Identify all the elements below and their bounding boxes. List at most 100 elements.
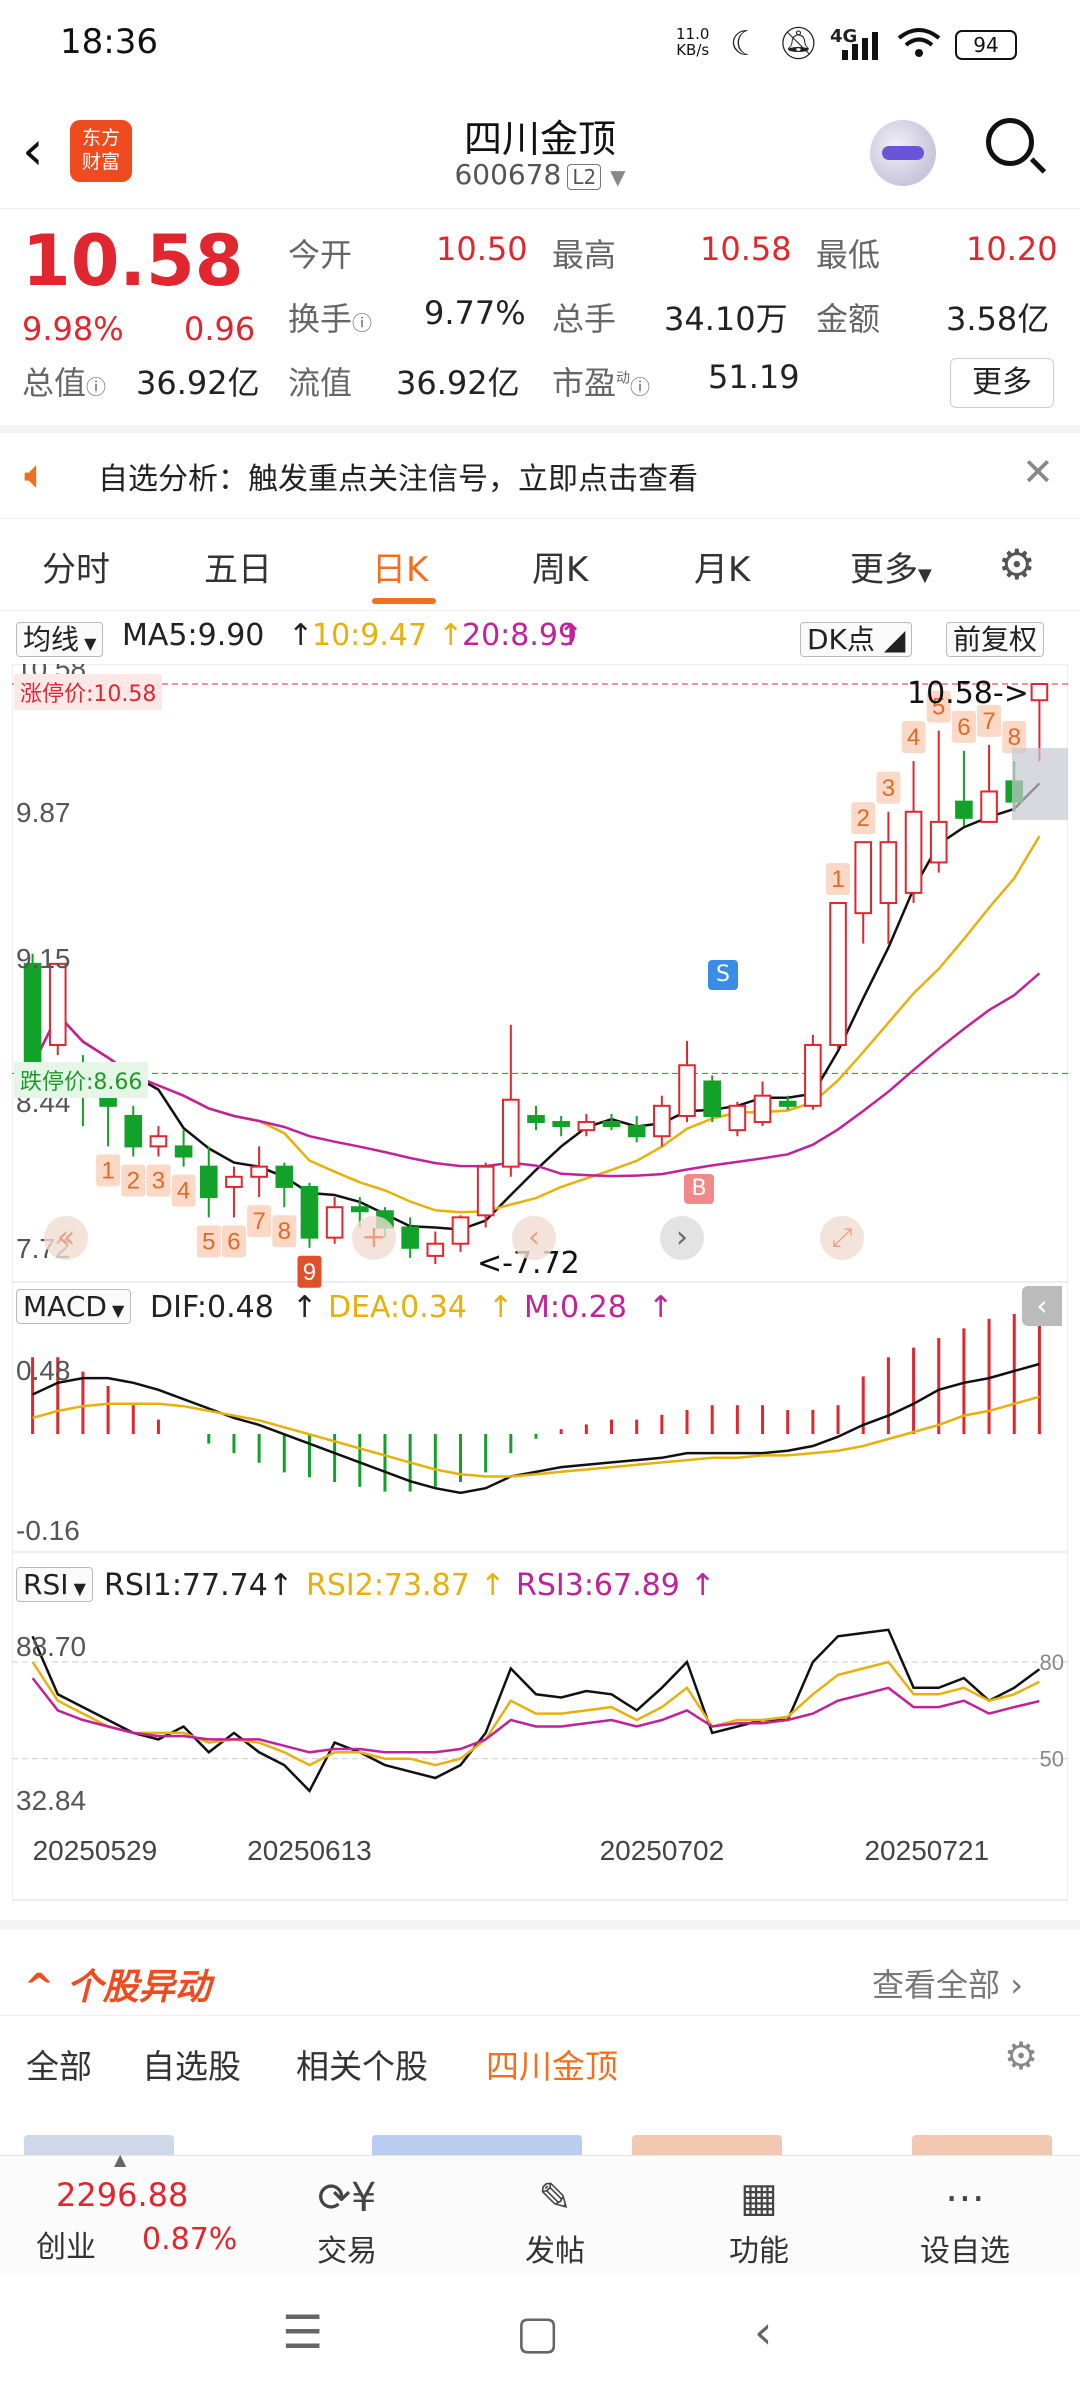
menu-icon[interactable]: ☰ <box>282 2305 323 2359</box>
active-tab-underline <box>372 598 436 604</box>
change-value: 0.96 <box>184 310 256 348</box>
candle-down <box>527 1114 545 1124</box>
sell-signal-tag[interactable]: S <box>708 960 738 990</box>
notice-text: 自选分析：触发重点关注信号，立即点击查看 <box>98 462 698 497</box>
candle-down <box>627 1125 646 1138</box>
candle-up <box>904 810 923 894</box>
date-axis-label: 20250721 <box>864 1835 989 1866</box>
filter-watchlist[interactable]: 自选股 <box>142 2040 241 2088</box>
caret-up-icon: ▲ <box>114 2150 127 2169</box>
candle-up <box>250 1165 268 1178</box>
scroll-left-icon[interactable]: ‹ <box>512 1216 556 1260</box>
scroll-right-icon[interactable]: › <box>660 1216 704 1260</box>
price-axis-label: 9.15 <box>16 943 71 974</box>
high-label: 最高 <box>552 236 617 274</box>
stock-code-row[interactable]: 600678 L2 ▼ <box>340 158 740 191</box>
signal-icon <box>838 32 888 60</box>
kline-svg[interactable]: 1 2 3 45 67 89123456 78 0.48-0.16 805088.7032.… <box>12 664 1068 1914</box>
candle-up <box>829 902 847 1046</box>
filter-this-stock[interactable]: 四川金顶 <box>486 2040 618 2088</box>
td-mark-label: 2 <box>127 1168 140 1195</box>
candle-up <box>929 820 948 864</box>
rsi-level-label: 80 <box>1040 1650 1064 1675</box>
mute-icon: 🔕︎ <box>778 24 819 62</box>
tab-weekly-k[interactable]: 周K <box>532 542 588 591</box>
td-mark-label: 8 <box>278 1218 291 1245</box>
td-mark-label: 1 <box>831 866 844 893</box>
mktcap-label[interactable]: 总值ⓘ <box>22 358 106 404</box>
date-axis-label: 20250613 <box>247 1835 372 1866</box>
nav-add-watchlist[interactable]: ⋯ 设自选 <box>900 2170 1030 2270</box>
filter-related[interactable]: 相关个股 <box>296 2040 428 2088</box>
index-ticker[interactable]: ▲ 2296.88 创业 0.87% <box>36 2150 237 2276</box>
arrow-up-icon: ↑ <box>480 1568 506 1603</box>
nav-functions[interactable]: ▦ 功能 <box>694 2170 824 2270</box>
amount-label: 金额 <box>816 300 881 338</box>
turnover-label[interactable]: 换手ⓘ <box>288 294 372 340</box>
limit-up-label: 涨停价:10.58 <box>14 674 163 710</box>
float-value: 36.92亿 <box>396 364 520 402</box>
date-axis-label: 20250702 <box>600 1835 725 1866</box>
robot-avatar[interactable] <box>870 120 936 186</box>
dk-point-select[interactable]: DK点 ◢ <box>800 618 913 658</box>
date-axis-label: 20250529 <box>33 1835 158 1866</box>
kline-chart-area[interactable]: 均线 ▼ MA5:9.90 ↑ 10:9.47 ↑ 20:8.99 ↑ DK点 … <box>12 614 1068 1914</box>
analysis-notice[interactable]: 🔈︎ 自选分析：触发重点关注信号，立即点击查看 ✕ <box>0 432 1080 519</box>
low-value: 10.20 <box>966 230 1058 268</box>
quote-panel: 10.58 9.98% 0.96 今开 10.50 最高 10.58 最低 10… <box>0 210 1080 433</box>
system-navigation-bar: ☰ ▢ ‹ <box>0 2275 1080 2400</box>
view-all-link[interactable]: 查看全部 › <box>872 1960 1023 2006</box>
scroll-left-fast-icon[interactable]: « <box>44 1216 88 1260</box>
ma-select[interactable]: 均线 ▼ <box>16 618 104 658</box>
tab-more[interactable]: 更多▼ <box>850 542 932 591</box>
pe-value: 51.19 <box>708 358 800 396</box>
td-mark-label: 6 <box>957 714 970 741</box>
filter-all[interactable]: 全部 <box>26 2040 92 2088</box>
filter-settings-gear-icon[interactable]: ⚙ <box>1004 2034 1038 2078</box>
pe-label[interactable]: 市盈动ⓘ <box>552 358 650 404</box>
td-mark-label: 4 <box>177 1178 190 1205</box>
nav-trade[interactable]: ⟳¥ 交易 <box>282 2170 412 2270</box>
rsi3-line <box>31 1677 1040 1754</box>
candle-down <box>23 962 42 1067</box>
adjust-select[interactable]: 前复权 <box>946 618 1045 658</box>
macd-select[interactable]: MACD ▼ <box>16 1289 132 1324</box>
td-mark-label: 3 <box>152 1168 165 1195</box>
moon-icon: ☾ <box>730 24 761 64</box>
candle-up <box>451 1216 470 1245</box>
rsi-select[interactable]: RSI ▼ <box>16 1567 93 1602</box>
close-icon[interactable]: ✕ <box>1022 450 1054 494</box>
candle-up <box>804 1043 822 1107</box>
low-label: 最低 <box>816 236 881 274</box>
section-title: ^ 个股异动 <box>24 1967 211 2008</box>
candle-up <box>325 1206 344 1239</box>
dif-label: DIF:0.48 <box>150 1290 274 1325</box>
td-mark-label: 7 <box>252 1208 265 1235</box>
tab-intraday[interactable]: 分时 <box>42 542 110 591</box>
candle-up <box>476 1165 495 1217</box>
alert-row-partial <box>0 2105 1080 2155</box>
home-icon[interactable]: ▢ <box>516 2305 559 2359</box>
expand-icon[interactable]: ⤢ <box>820 1216 864 1260</box>
tab-five-day[interactable]: 五日 <box>204 542 272 591</box>
zoom-in-icon[interactable]: + <box>352 1216 396 1260</box>
more-dots-icon: ⋯ <box>945 2175 985 2221</box>
row-placeholder <box>632 2135 782 2155</box>
td-mark-label: 5 <box>202 1228 215 1255</box>
tab-daily-k[interactable]: 日K <box>372 542 428 591</box>
index-value: 2296.88 <box>56 2176 189 2214</box>
back-nav-icon[interactable]: ‹ <box>754 2305 772 2359</box>
settings-gear-icon[interactable]: ⚙ <box>998 540 1036 589</box>
search-icon[interactable] <box>986 118 1034 166</box>
high-value: 10.58 <box>700 230 792 268</box>
candle-down <box>552 1121 570 1128</box>
buy-signal-tag[interactable]: B <box>684 1174 714 1204</box>
tab-monthly-k[interactable]: 月K <box>694 542 750 591</box>
rsi1-label: RSI1:77.74 <box>104 1568 268 1603</box>
td-mark-label: 7 <box>982 708 995 735</box>
back-icon[interactable]: ‹ <box>22 124 44 178</box>
collapse-panel-icon[interactable]: ‹ <box>1022 1286 1062 1326</box>
ma10-label: 10:9.47 <box>312 618 428 653</box>
more-button[interactable]: 更多 <box>950 358 1054 408</box>
nav-post[interactable]: ✎ 发帖 <box>490 2170 620 2270</box>
